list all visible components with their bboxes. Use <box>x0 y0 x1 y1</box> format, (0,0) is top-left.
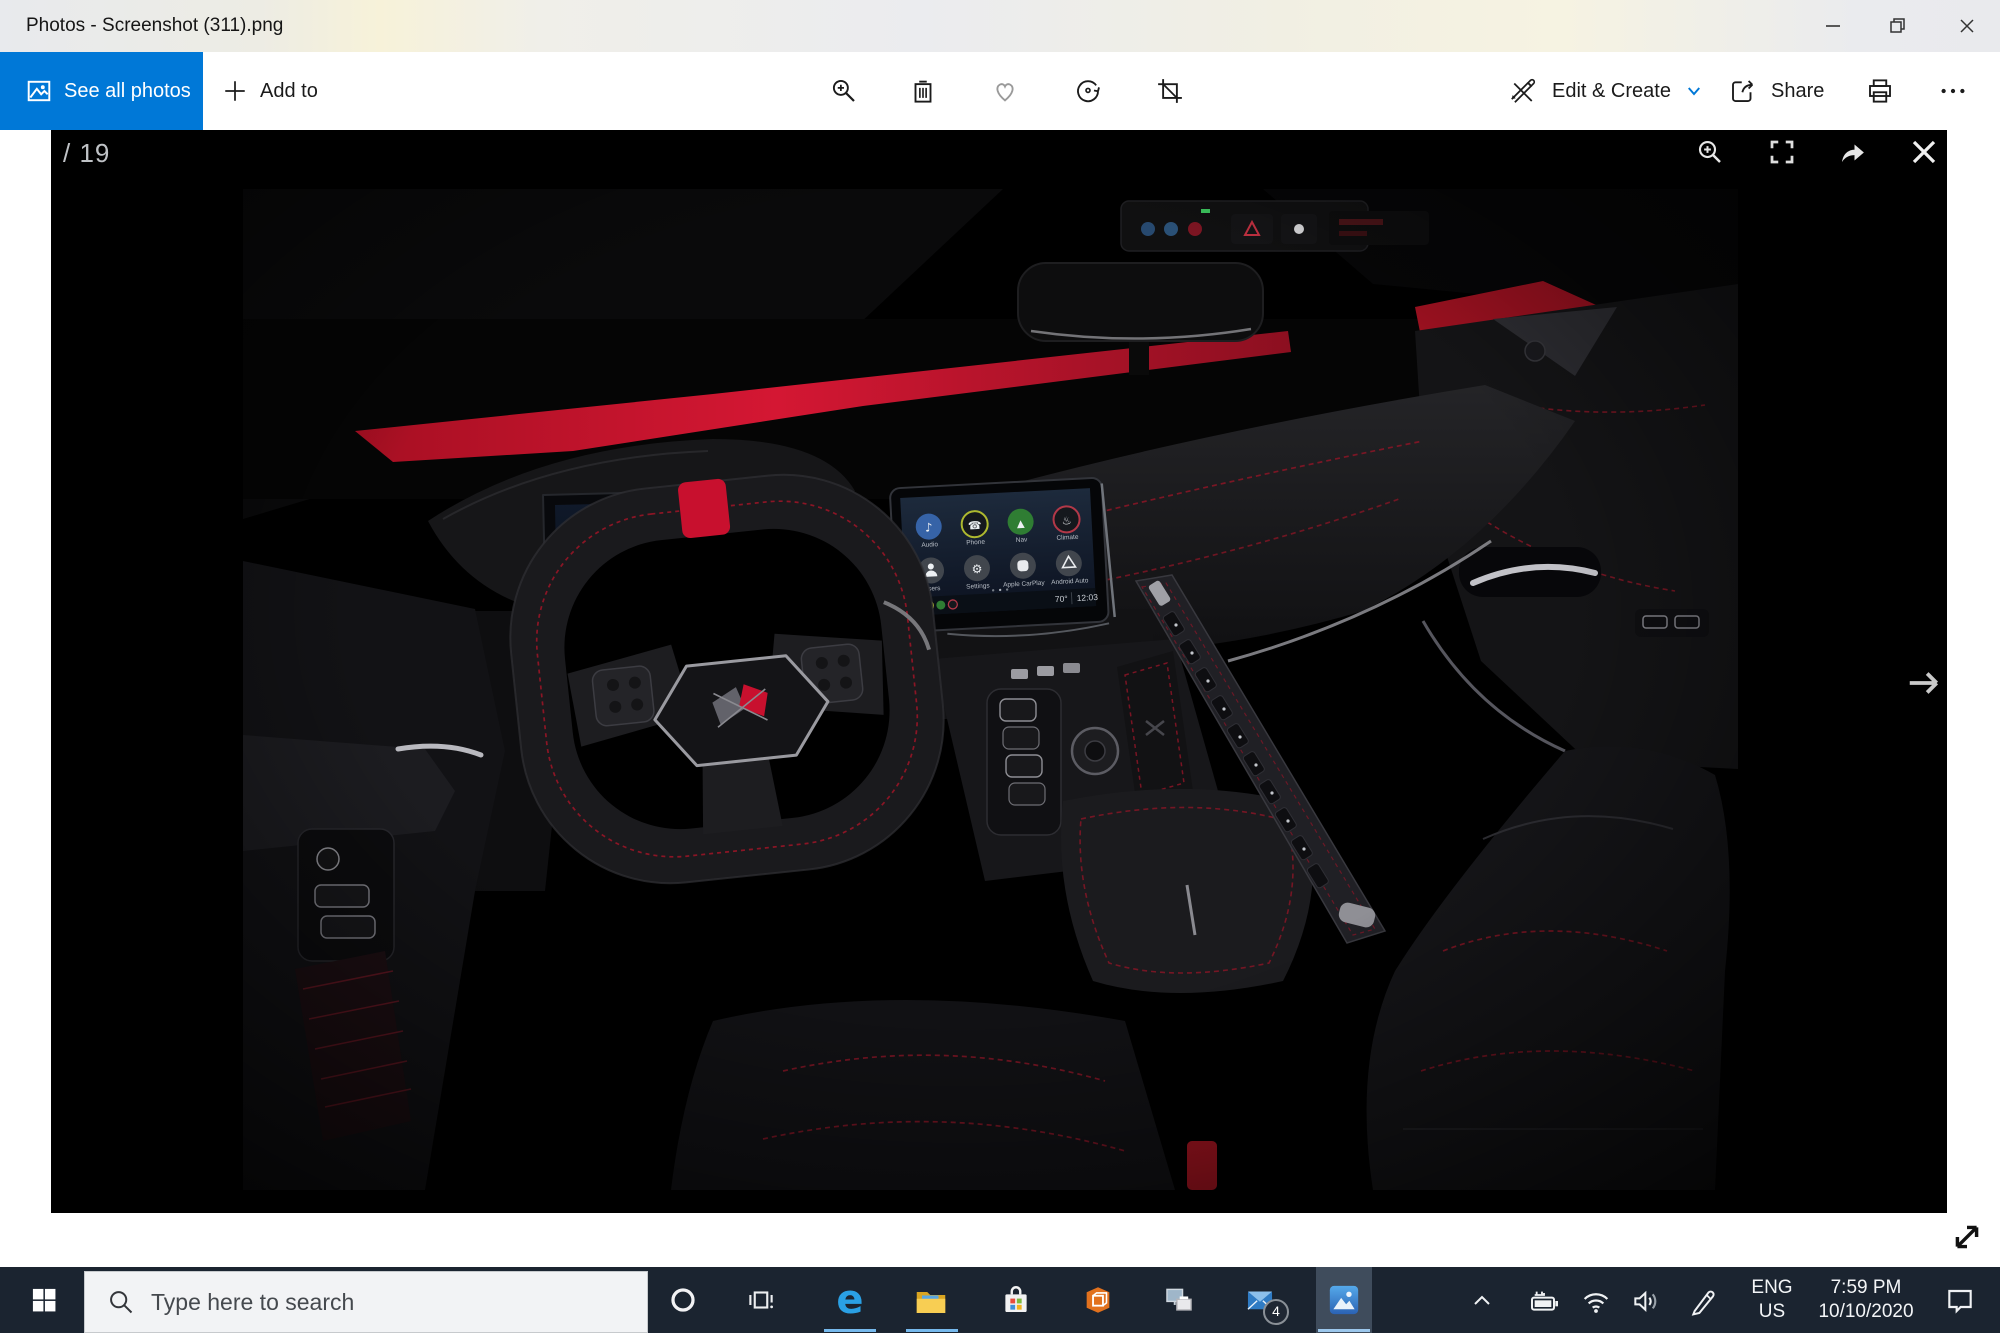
add-to-label: Add to <box>260 52 318 130</box>
language-indicator[interactable]: ENG US <box>1742 1276 1802 1324</box>
close-window-button[interactable] <box>1944 0 1990 52</box>
minimize-icon <box>1823 16 1843 36</box>
taskbar-search[interactable] <box>84 1271 648 1333</box>
language-line2: US <box>1742 1300 1802 1324</box>
see-all-photos-button[interactable]: See all photos <box>0 52 203 130</box>
tray-chevron-up-icon[interactable] <box>1470 1289 1494 1313</box>
3d-builder-button[interactable] <box>1081 1283 1115 1317</box>
crop-button[interactable] <box>1155 76 1185 106</box>
edit-create-label: Edit & Create <box>1552 52 1671 130</box>
share-label: Share <box>1771 52 1824 130</box>
fullscreen-button[interactable] <box>1767 137 1797 167</box>
taskbar-edge-button[interactable]: e <box>828 1277 872 1325</box>
taskbar: e 4 <box>0 1267 2000 1333</box>
photos-app-active-cell[interactable] <box>1316 1267 1372 1333</box>
search-icon <box>107 1288 135 1316</box>
clock[interactable]: 7:59 PM 10/10/2020 <box>1804 1276 1928 1324</box>
photo-counter: / 19 <box>63 138 110 169</box>
photo-viewer: / 19 <box>51 130 1947 1213</box>
photos-running-indicator <box>1318 1329 1370 1332</box>
mail-button[interactable]: 4 <box>1243 1283 1283 1323</box>
more-options-button[interactable] <box>1938 76 1968 106</box>
print-scan-app-button[interactable] <box>1162 1283 1196 1317</box>
edit-create-button[interactable]: Edit & Create <box>1508 52 1703 130</box>
zoom-button[interactable] <box>829 76 859 106</box>
see-all-photos-label: See all photos <box>64 80 191 103</box>
cortana-button[interactable] <box>668 1285 698 1315</box>
edge-running-indicator <box>824 1329 876 1332</box>
tray-time: 7:59 PM <box>1804 1276 1928 1300</box>
task-view-button[interactable] <box>746 1285 776 1315</box>
photos-app-icon <box>1327 1283 1361 1317</box>
edit-pencils-icon <box>1508 76 1538 106</box>
viewer-share-button[interactable] <box>1837 137 1867 167</box>
wifi-icon[interactable] <box>1580 1285 1612 1317</box>
resize-diagonal-button[interactable] <box>1944 1214 1990 1260</box>
restore-icon <box>1888 16 1908 36</box>
command-bar: See all photos Add to Edit & Create <box>0 52 2000 130</box>
close-icon <box>1957 16 1977 36</box>
file-explorer-button[interactable] <box>912 1283 950 1319</box>
restore-button[interactable] <box>1875 0 1921 52</box>
window-title: Photos - Screenshot (311).png <box>26 0 283 52</box>
minimize-button[interactable] <box>1810 0 1856 52</box>
pen-icon[interactable] <box>1688 1285 1720 1317</box>
plus-icon <box>222 78 248 104</box>
start-button[interactable] <box>30 1286 58 1314</box>
add-to-button[interactable]: Add to <box>222 52 318 130</box>
mail-badge: 4 <box>1263 1299 1289 1325</box>
tray-date: 10/10/2020 <box>1804 1300 1928 1324</box>
next-photo-button[interactable] <box>1905 664 1943 702</box>
explorer-running-indicator <box>906 1329 958 1332</box>
store-button[interactable] <box>999 1283 1033 1317</box>
search-input[interactable] <box>149 1288 593 1317</box>
photos-gallery-icon <box>26 78 52 104</box>
chevron-down-icon <box>1685 82 1703 100</box>
share-icon <box>1728 76 1758 106</box>
rotate-button[interactable] <box>1073 76 1103 106</box>
language-line1: ENG <box>1742 1276 1802 1300</box>
volume-icon[interactable] <box>1630 1285 1662 1317</box>
action-center-button[interactable] <box>1944 1285 1976 1317</box>
viewer-zoom-button[interactable] <box>1695 137 1725 167</box>
favorite-heart-button[interactable] <box>990 76 1020 106</box>
print-button[interactable] <box>1865 76 1895 106</box>
battery-icon[interactable] <box>1528 1285 1560 1317</box>
share-button[interactable]: Share <box>1728 52 1824 130</box>
title-bar: Photos - Screenshot (311).png <box>0 0 2000 52</box>
delete-button[interactable] <box>908 76 938 106</box>
edge-icon: e <box>836 1277 863 1323</box>
close-viewer-button[interactable] <box>1909 137 1939 167</box>
car-interior-photo: 1 2 3 4 5 6 7 0 mph P Performance 0.00 0… <box>243 189 1738 1190</box>
